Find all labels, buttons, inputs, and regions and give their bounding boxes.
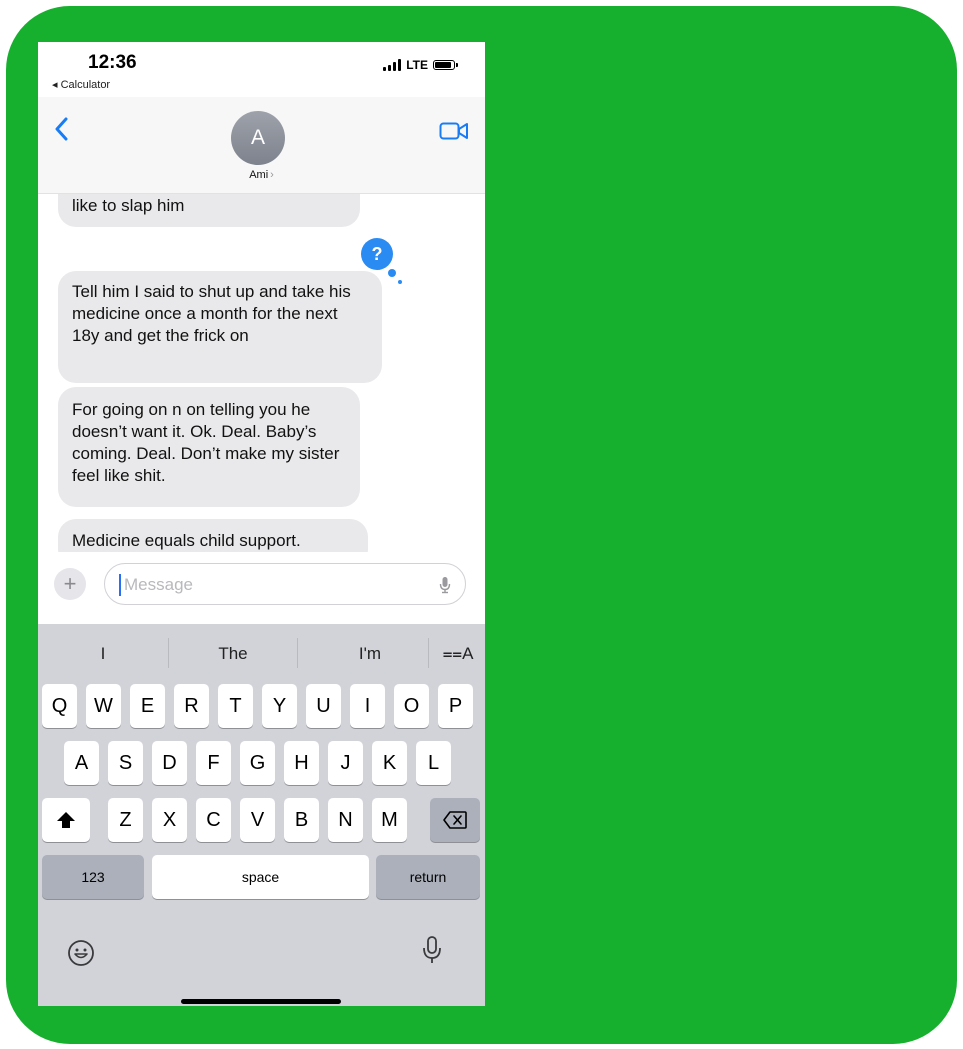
contact-avatar[interactable]: A [231, 111, 285, 165]
message-input[interactable]: Message [104, 563, 466, 605]
phone-screen: 12:36 ◂ Calculator LTE A Ami › like to sl… [38, 42, 485, 1006]
key-k[interactable]: K [372, 741, 407, 785]
dictation-mic-icon[interactable] [439, 576, 451, 599]
back-to-app-link[interactable]: ◂ Calculator [52, 78, 110, 91]
shift-arrow-icon [57, 812, 75, 828]
status-time: 12:36 [88, 52, 137, 73]
backspace-icon [443, 811, 467, 829]
key-l[interactable]: L [416, 741, 451, 785]
key-s[interactable]: S [108, 741, 143, 785]
tapback-tail-dot [388, 269, 396, 277]
key-d[interactable]: D [152, 741, 187, 785]
key-a[interactable]: A [64, 741, 99, 785]
tapback-tail-dot [398, 280, 402, 284]
key-u[interactable]: U [306, 684, 341, 728]
key-j[interactable]: J [328, 741, 363, 785]
chevron-right-icon: › [270, 169, 274, 181]
message-placeholder: Message [124, 575, 193, 594]
key-w[interactable]: W [86, 684, 121, 728]
key-f[interactable]: F [196, 741, 231, 785]
contact-name-label: Ami [249, 169, 269, 181]
question-tapback-icon[interactable]: ? [361, 238, 393, 270]
return-key[interactable]: return [376, 855, 480, 899]
message-thread[interactable]: like to slap him ? Tell him I said to sh… [38, 194, 485, 552]
text-format-key[interactable]: ⩵A [436, 640, 480, 668]
message-bubble[interactable]: Medicine equals child support. [58, 519, 368, 552]
suggestion-divider [428, 638, 429, 668]
signal-icon [383, 59, 402, 71]
key-i[interactable]: I [350, 684, 385, 728]
suggestion-divider [297, 638, 298, 668]
key-n[interactable]: N [328, 798, 363, 842]
key-h[interactable]: H [284, 741, 319, 785]
suggestion-1[interactable]: I [68, 640, 138, 668]
key-y[interactable]: Y [262, 684, 297, 728]
contact-name[interactable]: Ami › [38, 169, 485, 181]
key-p[interactable]: P [438, 684, 473, 728]
emoji-icon[interactable] [67, 939, 95, 972]
keyboard: I The I'm ⩵A Q W E R T Y U I O P A S D F… [38, 624, 485, 1006]
key-q[interactable]: Q [42, 684, 77, 728]
message-bubble[interactable]: Tell him I said to shut up and take his … [58, 271, 382, 383]
key-c[interactable]: C [196, 798, 231, 842]
text-caret [119, 574, 121, 596]
suggestion-3[interactable]: I'm [330, 640, 410, 668]
video-call-icon[interactable] [439, 121, 469, 146]
battery-icon [433, 60, 458, 70]
back-chevron-icon[interactable] [54, 117, 68, 146]
message-bubble[interactable]: like to slap him [58, 194, 360, 227]
apps-plus-button[interactable]: + [54, 568, 86, 600]
key-v[interactable]: V [240, 798, 275, 842]
key-t[interactable]: T [218, 684, 253, 728]
status-indicators: LTE [383, 58, 458, 72]
key-o[interactable]: O [394, 684, 429, 728]
conversation-header: A Ami › [38, 97, 485, 194]
key-g[interactable]: G [240, 741, 275, 785]
dictation-icon[interactable] [422, 935, 442, 970]
network-type: LTE [406, 58, 428, 72]
space-key[interactable]: space [152, 855, 369, 899]
key-z[interactable]: Z [108, 798, 143, 842]
key-r[interactable]: R [174, 684, 209, 728]
suggestion-2[interactable]: The [198, 640, 268, 668]
suggestion-divider [168, 638, 169, 668]
key-x[interactable]: X [152, 798, 187, 842]
numbers-key[interactable]: 123 [42, 855, 144, 899]
message-bubble[interactable]: For going on n on telling you he doesn’t… [58, 387, 360, 507]
key-b[interactable]: B [284, 798, 319, 842]
delete-key[interactable] [430, 798, 480, 842]
key-m[interactable]: M [372, 798, 407, 842]
shift-key[interactable] [42, 798, 90, 842]
home-indicator[interactable] [181, 999, 341, 1004]
key-e[interactable]: E [130, 684, 165, 728]
